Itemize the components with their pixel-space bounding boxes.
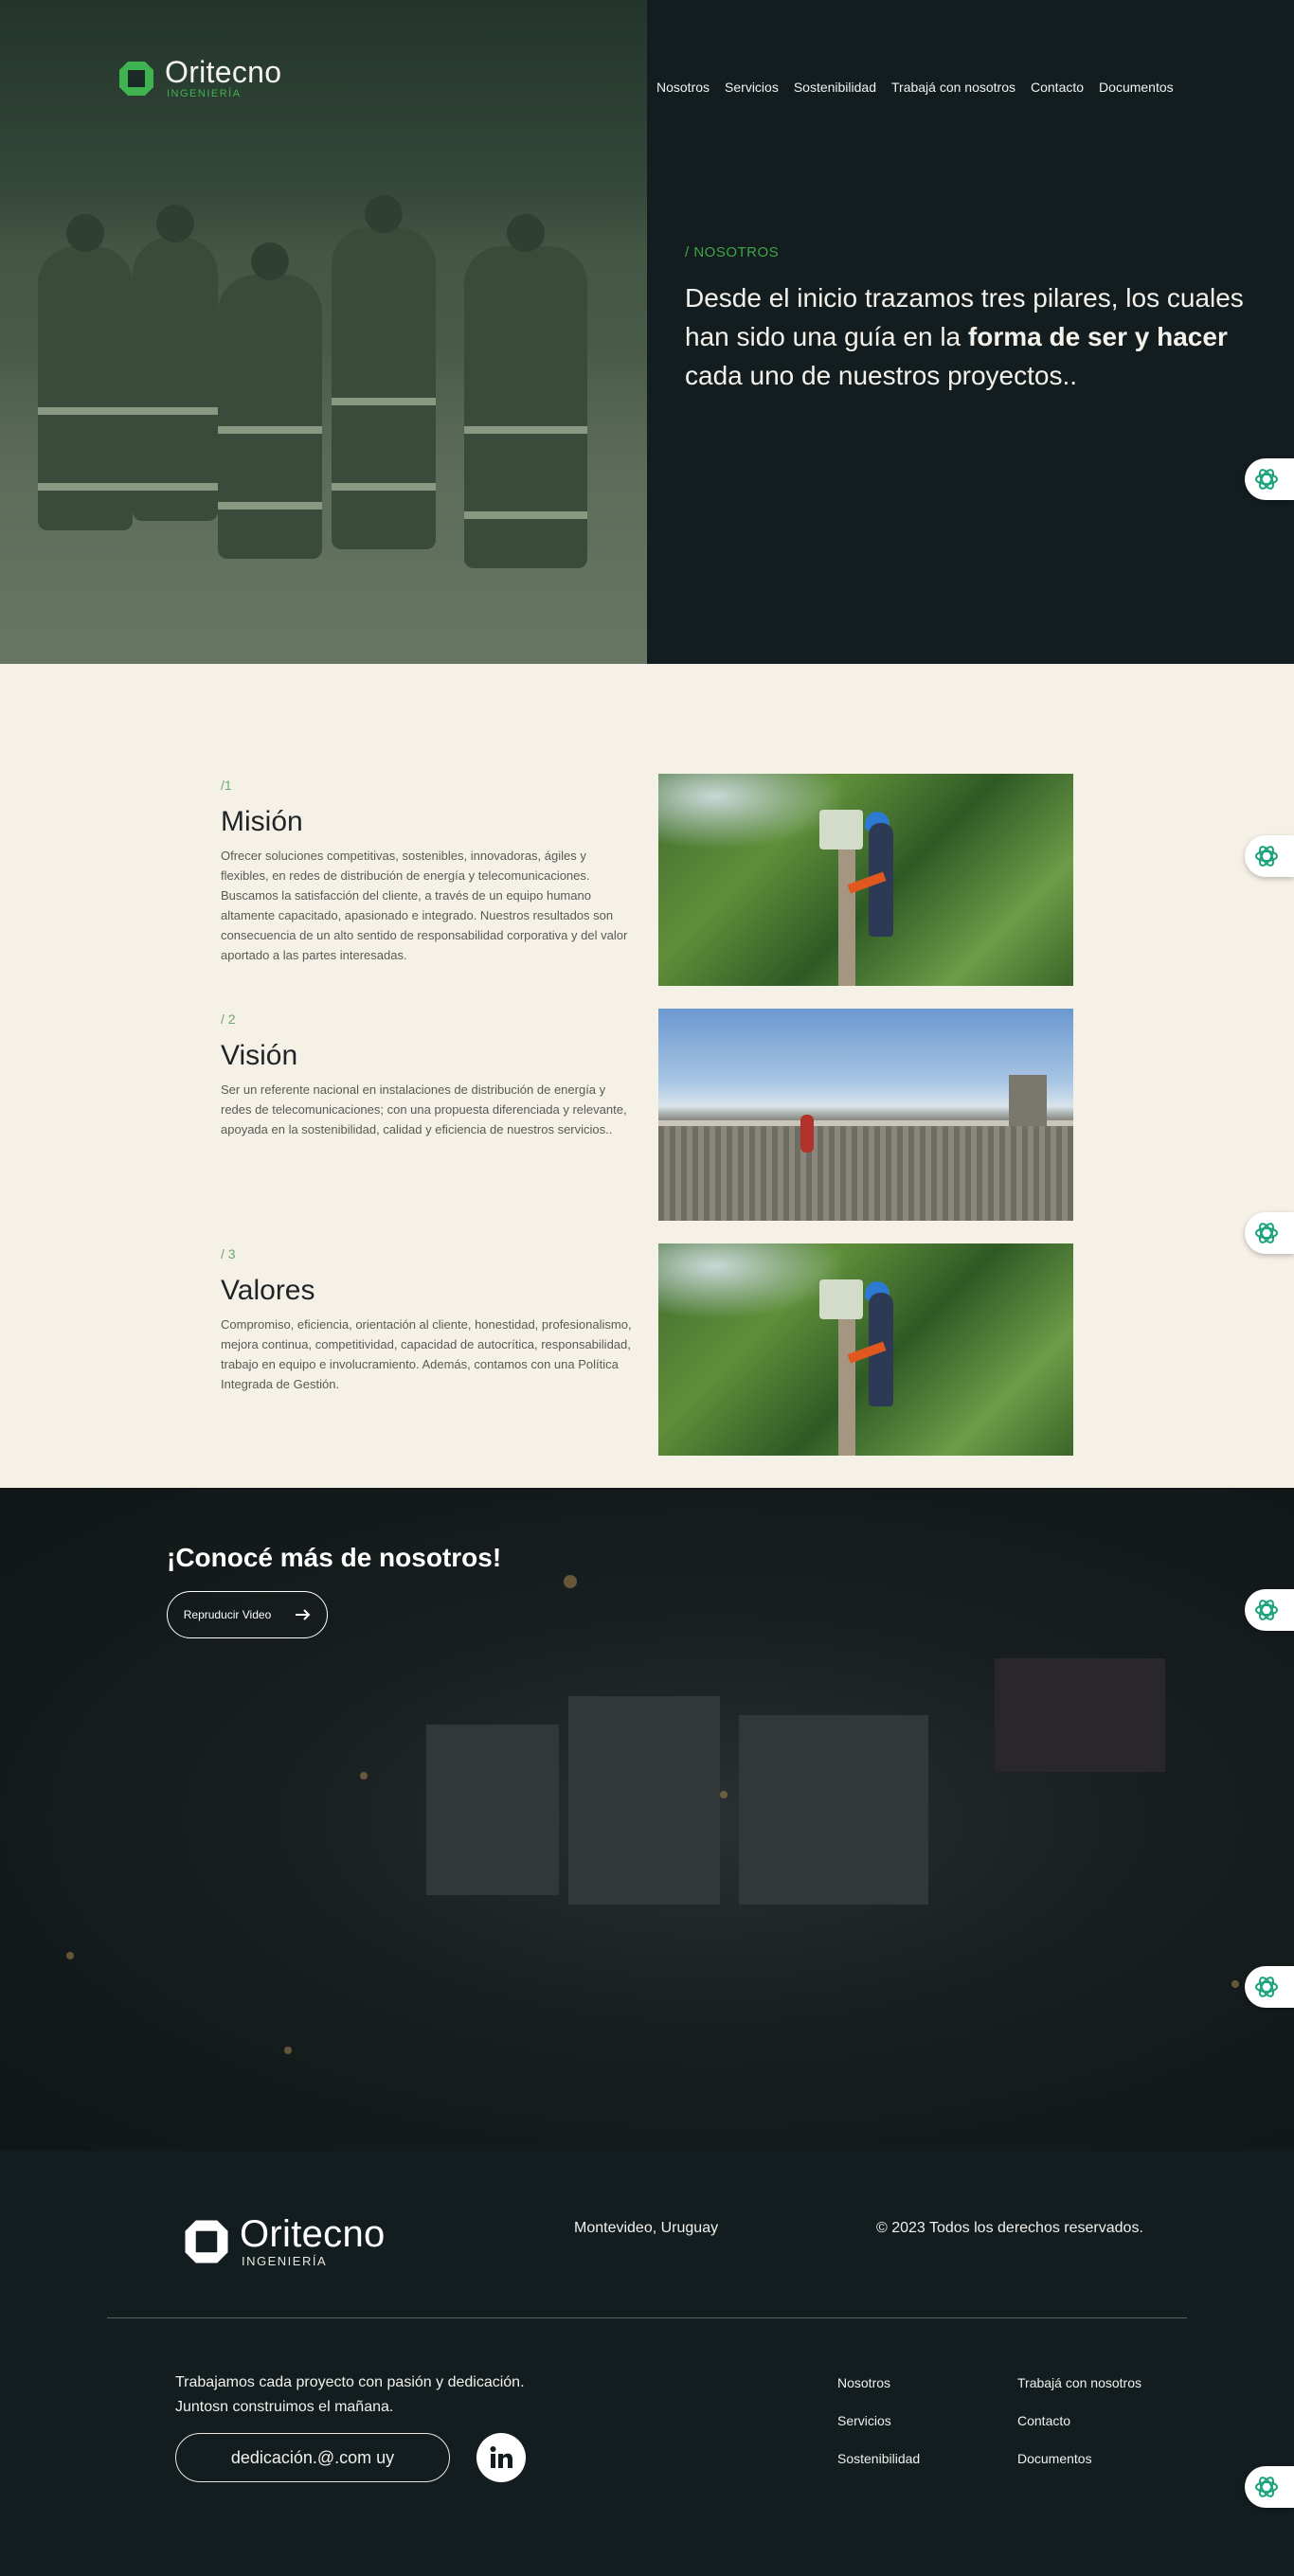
logo-mark-icon <box>117 60 155 98</box>
logo-mark-icon <box>183 2218 230 2265</box>
main-nav: Nosotros Servicios Sostenibilidad Trabaj… <box>656 80 1174 95</box>
pillar-valores-image <box>658 1243 1073 1456</box>
pillar-mision: /1 Misión Ofrecer soluciones competitiva… <box>221 778 638 965</box>
pillar-vision-image <box>658 1009 1073 1221</box>
arrow-right-icon <box>296 1609 311 1620</box>
chat-assistant-icon <box>1255 1600 1278 1620</box>
chat-assistant-icon <box>1255 2477 1278 2497</box>
pillar-title: Visión <box>221 1040 298 1071</box>
footer: Oritecno INGENIERÍA Montevideo, Uruguay … <box>0 2151 1294 2576</box>
brand-name: Oritecno <box>240 2213 386 2255</box>
chat-badge[interactable] <box>1245 835 1294 877</box>
chat-assistant-icon <box>1255 469 1278 490</box>
play-video-label: Repruducir Video <box>183 1608 272 1621</box>
play-video-button[interactable]: Repruducir Video <box>167 1591 328 1638</box>
hero-lead-bold: forma de ser y hacer <box>967 322 1228 351</box>
video-title: ¡Conocé más de nosotros! <box>167 1543 502 1572</box>
footer-tagline-line: Trabajamos cada proyecto con pasión y de… <box>175 2374 525 2390</box>
footer-logo[interactable]: Oritecno INGENIERÍA <box>183 2215 386 2267</box>
footer-link-servicios[interactable]: Servicios <box>837 2411 1017 2430</box>
hero-kicker: / NOSOTROS <box>685 244 780 260</box>
pillar-valores: / 3 Valores Compromiso, eficiencia, orie… <box>221 1246 638 1394</box>
pillar-text: Ser un referente nacional en instalacion… <box>221 1082 627 1136</box>
chat-badge[interactable] <box>1245 458 1294 500</box>
hero-section: Oritecno INGENIERÍA Nosotros Servicios S… <box>0 0 1294 664</box>
footer-link-contacto[interactable]: Contacto <box>1017 2411 1169 2430</box>
nav-item-contacto[interactable]: Contacto <box>1031 80 1084 95</box>
footer-link-trabaja[interactable]: Trabajá con nosotros <box>1017 2373 1169 2392</box>
chat-badge[interactable] <box>1245 1589 1294 1631</box>
header-logo[interactable]: Oritecno INGENIERÍA <box>117 57 281 99</box>
chat-badge[interactable] <box>1245 1966 1294 2008</box>
hero-workers-image <box>0 0 647 664</box>
chat-badge[interactable] <box>1245 2466 1294 2508</box>
chat-assistant-icon <box>1255 1977 1278 1997</box>
footer-tagline-line: Juntosn construimos el mañana. <box>175 2399 394 2415</box>
nav-item-servicios[interactable]: Servicios <box>725 80 779 95</box>
chat-assistant-icon <box>1255 846 1278 867</box>
nav-item-documentos[interactable]: Documentos <box>1099 80 1174 95</box>
pillar-title: Valores <box>221 1275 315 1306</box>
pillar-mision-image <box>658 774 1073 986</box>
footer-email-button[interactable]: dedicación.@.com uy <box>175 2433 450 2482</box>
pillar-number: /1 <box>221 778 232 793</box>
pillar-number: / 2 <box>221 1011 236 1027</box>
footer-location: Montevideo, Uruguay <box>574 2220 719 2236</box>
pillar-text: Compromiso, eficiencia, orientación al c… <box>221 1317 632 1391</box>
pillar-number: / 3 <box>221 1246 236 1261</box>
pillar-vision: / 2 Visión Ser un referente nacional en … <box>221 1011 638 1139</box>
footer-link-documentos[interactable]: Documentos <box>1017 2449 1169 2468</box>
pillar-text: Ofrecer soluciones competitivas, sosteni… <box>221 849 628 962</box>
brand-sub: INGENIERÍA <box>242 2254 328 2268</box>
linkedin-icon <box>490 2446 512 2468</box>
footer-tagline: Trabajamos cada proyecto con pasión y de… <box>175 2370 554 2420</box>
nav-item-sostenibilidad[interactable]: Sostenibilidad <box>794 80 876 95</box>
chat-badge[interactable] <box>1245 1212 1294 1254</box>
pillar-title: Misión <box>221 806 303 837</box>
hero-lead: Desde el inicio trazamos tres pilares, l… <box>685 283 1244 390</box>
nav-item-nosotros[interactable]: Nosotros <box>656 80 710 95</box>
footer-link-sostenibilidad[interactable]: Sostenibilidad <box>837 2449 1017 2468</box>
footer-links: Nosotros Trabajá con nosotros Servicios … <box>837 2373 1169 2468</box>
footer-link-nosotros[interactable]: Nosotros <box>837 2373 1017 2392</box>
footer-divider <box>107 2317 1187 2318</box>
linkedin-button[interactable] <box>476 2433 526 2482</box>
nav-item-trabaja[interactable]: Trabajá con nosotros <box>891 80 1015 95</box>
chat-assistant-icon <box>1255 1223 1278 1243</box>
brand-sub: INGENIERÍA <box>167 88 242 99</box>
brand-name: Oritecno <box>165 55 282 89</box>
video-section: ¡Conocé más de nosotros! Repruducir Vide… <box>0 1488 1294 2151</box>
footer-copyright: © 2023 Todos los derechos reservados. <box>876 2220 1143 2236</box>
pillars-section: /1 Misión Ofrecer soluciones competitiva… <box>0 664 1294 1488</box>
